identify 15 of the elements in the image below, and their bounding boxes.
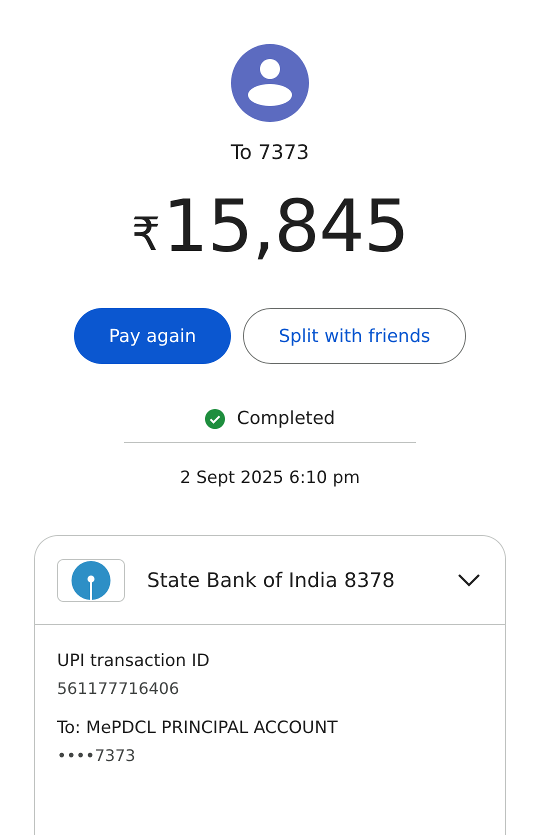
avatar-icon xyxy=(231,44,309,122)
status-label: Completed xyxy=(236,408,336,429)
bank-logo-icon xyxy=(57,558,125,602)
detail-value: ••••7373 xyxy=(57,746,136,765)
split-button[interactable]: Split with friends xyxy=(243,308,466,364)
timestamp: 2 Sept 2025 6:10 pm xyxy=(180,468,360,488)
detail-label: To: MePDCL PRINCIPAL ACCOUNT xyxy=(57,718,339,738)
amount: ₹15,845 xyxy=(131,186,409,270)
detail-value: 561177716406 xyxy=(57,679,180,698)
recipient-label: To 7373 xyxy=(230,140,310,164)
chevron-down-icon[interactable] xyxy=(457,573,481,587)
check-icon xyxy=(204,408,225,428)
pay-again-button[interactable]: Pay again xyxy=(74,308,231,364)
bank-account: State Bank of India 8378 xyxy=(147,568,396,592)
detail-label: UPI transaction ID xyxy=(57,651,211,671)
